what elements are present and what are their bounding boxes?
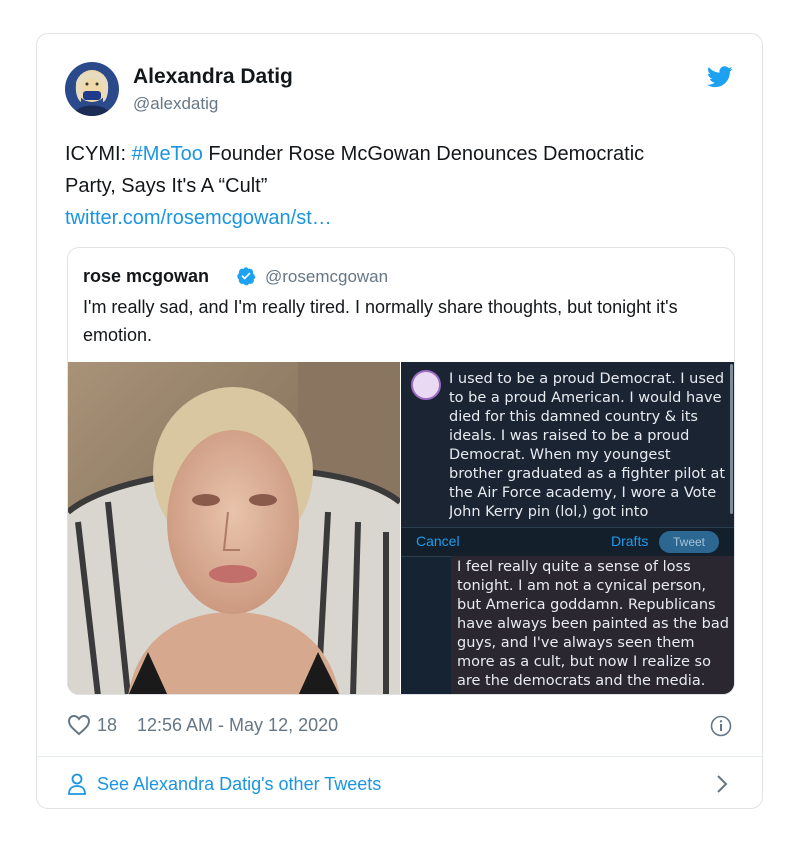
quoted-photo[interactable] xyxy=(68,362,400,694)
quoted-author-name[interactable]: rose mcgowan xyxy=(83,266,209,287)
twitter-bird-icon[interactable] xyxy=(707,66,733,88)
hashtag-link[interactable]: #MeToo xyxy=(132,143,203,165)
tweet-button: Tweet xyxy=(659,531,719,553)
quoted-tweet-text: I'm really sad, and I'm really tired. I … xyxy=(83,297,678,345)
heart-icon[interactable] xyxy=(67,714,91,736)
author-handle[interactable]: @alexdatig xyxy=(133,94,218,114)
note-text-bottom: I feel really quite a sense of loss toni… xyxy=(457,559,729,689)
see-other-tweets-label[interactable]: See Alexandra Datig's other Tweets xyxy=(97,774,381,795)
person-icon xyxy=(67,773,87,795)
compose-toolbar: Cancel Drafts Tweet xyxy=(401,527,734,557)
embedded-tweet-card: Alexandra Datig @alexdatig ICYMI: #MeToo… xyxy=(36,33,763,809)
info-icon[interactable] xyxy=(710,715,732,737)
tweet-text: ICYMI: #MeToo Founder Rose McGowan Denou… xyxy=(65,138,665,234)
scrollbar xyxy=(730,364,733,514)
notes-top-panel: I used to be a proud Democrat. I used to… xyxy=(401,362,734,527)
profile-avatar-icon xyxy=(411,370,441,400)
chevron-right-icon[interactable] xyxy=(715,774,729,794)
tweet-url-link[interactable]: twitter.com/rosemcgowan/st… xyxy=(65,207,332,229)
divider xyxy=(37,756,762,757)
verified-badge-icon xyxy=(236,266,256,286)
cancel-button: Cancel xyxy=(416,533,460,549)
author-avatar[interactable] xyxy=(65,62,119,116)
tweet-prefix: ICYMI: xyxy=(65,143,132,165)
like-count[interactable]: 18 xyxy=(97,715,117,736)
quoted-author-handle[interactable]: @rosemcgowan xyxy=(265,267,388,287)
tweet-timestamp[interactable]: 12:56 AM - May 12, 2020 xyxy=(137,715,338,736)
note-text-top: I used to be a proud Democrat. I used to… xyxy=(449,371,726,520)
quoted-tweet[interactable]: rose mcgowan @rosemcgowan I'm really sad… xyxy=(67,247,735,695)
notes-bottom-panel: I feel really quite a sense of loss toni… xyxy=(451,556,734,694)
drafts-button: Drafts xyxy=(611,533,649,549)
author-name[interactable]: Alexandra Datig xyxy=(133,65,293,89)
notes-screenshot[interactable]: I used to be a proud Democrat. I used to… xyxy=(401,362,734,694)
